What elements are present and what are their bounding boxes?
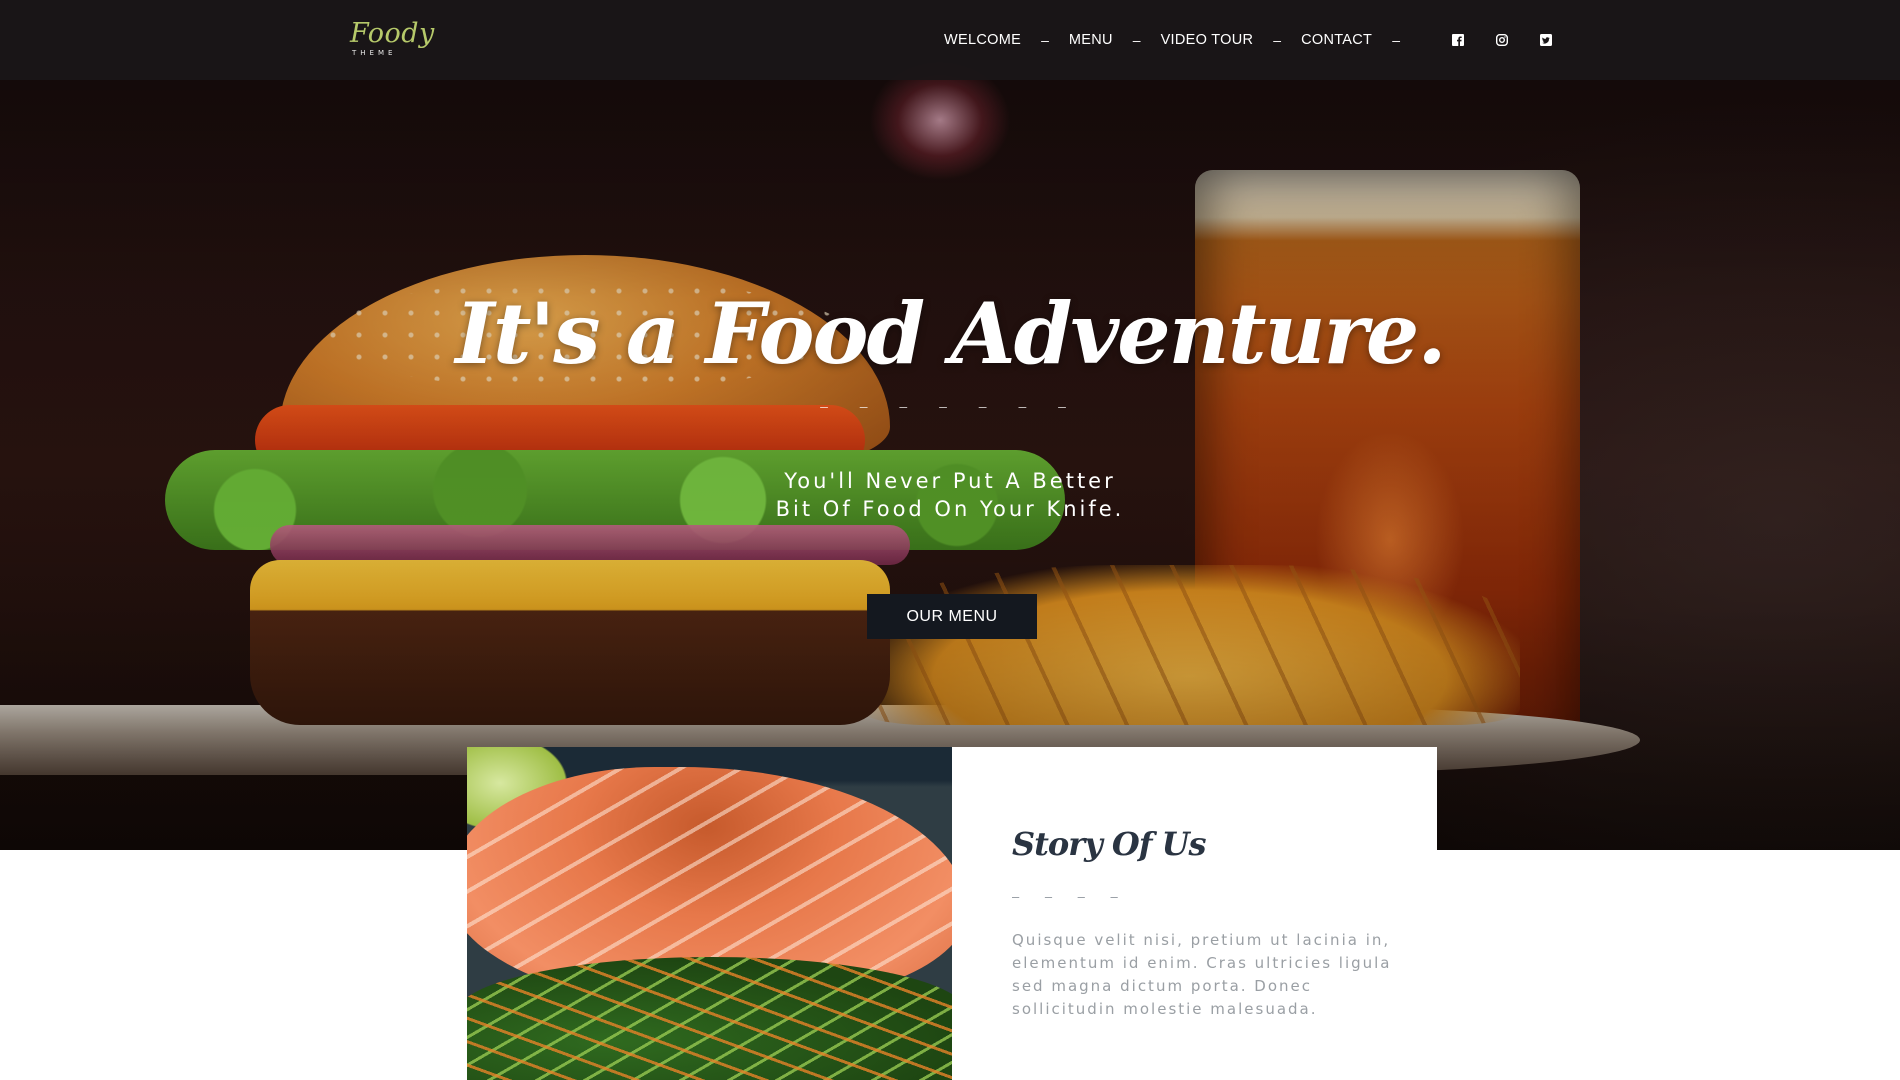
hero-divider: – – – – – – – xyxy=(820,398,1080,414)
logo-subtitle: THEME xyxy=(352,49,397,57)
hero-subtitle: You'll Never Put A Better Bit Of Food On… xyxy=(0,467,1900,523)
hero-overlay xyxy=(0,0,1900,850)
story-card: Story Of Us – – – – Quisque velit nisi, … xyxy=(952,747,1437,1080)
facebook-icon[interactable] xyxy=(1452,34,1464,46)
salmon-dish-image xyxy=(467,747,952,1080)
instagram-icon[interactable] xyxy=(1496,34,1508,46)
top-navbar: Foody THEME WELCOME – MENU – VIDEO TOUR … xyxy=(0,0,1900,80)
nav-separator: – xyxy=(1273,32,1282,48)
hero-background xyxy=(0,0,1900,850)
story-divider: – – – – xyxy=(1012,889,1129,904)
our-menu-button[interactable]: OUR MENU xyxy=(867,594,1037,639)
logo-script: Foody xyxy=(350,18,435,49)
nav-item-contact[interactable]: CONTACT xyxy=(1301,32,1372,48)
story-title: Story Of Us xyxy=(1012,825,1207,863)
hero-subtitle-line-1: You'll Never Put A Better xyxy=(784,469,1116,493)
nav-item-menu[interactable]: MENU xyxy=(1069,32,1113,48)
nav-item-welcome[interactable]: WELCOME xyxy=(944,32,1021,48)
hero-subtitle-line-2: Bit Of Food On Your Knife. xyxy=(775,497,1125,521)
nav-item-video-tour[interactable]: VIDEO TOUR xyxy=(1161,32,1254,48)
hero-title: It's a Food Adventure. xyxy=(455,284,1446,384)
story-text: Quisque velit nisi, pretium ut lacinia i… xyxy=(1012,931,1392,1018)
site-logo[interactable]: Foody THEME xyxy=(350,18,440,62)
main-nav: WELCOME – MENU – VIDEO TOUR – CONTACT – xyxy=(944,0,1552,80)
nav-separator: – xyxy=(1132,32,1141,48)
nav-separator: – xyxy=(1392,32,1400,48)
vegetables-photo xyxy=(467,957,952,1080)
twitter-icon[interactable] xyxy=(1540,34,1552,46)
nav-separator: – xyxy=(1041,32,1049,48)
